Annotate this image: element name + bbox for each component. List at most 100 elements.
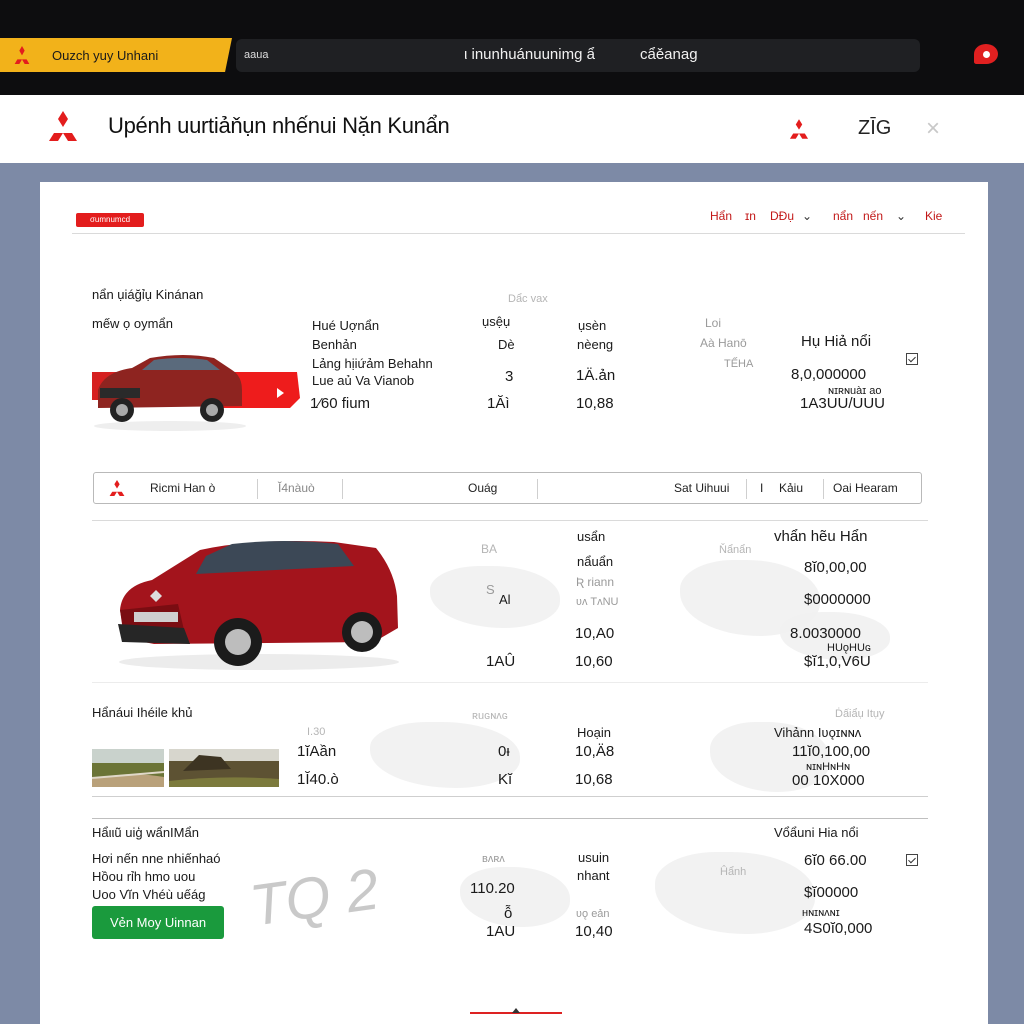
price-value: 00 10X000 — [792, 772, 865, 789]
price-value: $ĭ00000 — [804, 884, 859, 901]
tab-title: Ouzch yuy Unhani — [52, 47, 159, 63]
table-cell: 10,88 — [576, 395, 614, 412]
price-value: $ĭ1,0,V6U — [804, 653, 871, 670]
column-hint: ʙʌʀʌ — [482, 853, 505, 865]
section-description: Hơi nến nne nhiếnhaó — [92, 851, 221, 866]
contact-dealer-button[interactable]: Vẻn Moy Uinnan — [92, 906, 224, 939]
profile-pin-icon[interactable] — [974, 44, 998, 64]
map-label: Ĥẩnh — [720, 866, 747, 878]
filter-dealer[interactable]: Oai Hearam — [833, 481, 898, 495]
promo-badge: σumnumcd — [76, 213, 144, 227]
address-bar[interactable]: aaua ι inunhuánuunimg ẩ cẩěanag — [236, 39, 920, 72]
chevron-down-icon[interactable]: ⌄ — [896, 209, 906, 223]
table-cell: Aà Hanō — [700, 336, 747, 350]
filter-bar: Ricmi Han ò Ĭ4nàuò Ouág Sat Uihuui I Kải… — [93, 472, 922, 504]
map-label: Ňẩnẩn — [719, 544, 752, 556]
browser-topbar: Ouzch yuy Unhani aaua ι inunhuánuunimg ẩ… — [0, 0, 1024, 95]
spec-item: Hué Uợnẩn — [312, 318, 380, 333]
landscape-thumbnail[interactable] — [169, 749, 279, 787]
price-note: ʜɴɪɴʌɴɪ — [802, 907, 840, 919]
table-cell: BA — [481, 542, 498, 556]
filter-sort[interactable]: Sat Uihuui — [674, 481, 729, 495]
column-hint: Ḋấiẩụ Itụy — [835, 708, 885, 720]
divider — [92, 818, 928, 819]
table-cell: S — [486, 582, 495, 597]
site-header: Upénh uurtiảňụn nhếnui Nặn Kunẩn ZĪG × — [0, 95, 1024, 163]
mitsubishi-logo-icon — [109, 480, 125, 496]
price-value: 8,0,000000 — [791, 366, 867, 383]
nav-item[interactable]: nẩn — [833, 209, 853, 223]
spec-item: Lảng hịiứảm Behahn — [312, 356, 433, 371]
select-checkbox[interactable] — [906, 854, 918, 866]
landscape-image — [169, 749, 279, 787]
price-value: 8ĭ0,00,00 — [804, 559, 867, 576]
divider — [92, 682, 928, 683]
divider — [746, 479, 747, 499]
mitsubishi-logo-icon[interactable] — [46, 111, 80, 141]
table-cell: usuin — [578, 850, 610, 865]
landscape-thumbnail[interactable] — [92, 749, 164, 787]
table-cell: Al — [499, 592, 511, 607]
table-cell: 10,60 — [575, 653, 613, 670]
table-cell: 0ᵻ — [498, 743, 510, 760]
table-cell: Hoạin — [577, 725, 611, 740]
nav-item[interactable]: ɪn — [745, 209, 756, 223]
table-cell: ụsèn — [578, 318, 607, 333]
table-cell: usẩn — [577, 529, 606, 544]
table-cell: 10,40 — [575, 923, 613, 940]
close-icon[interactable]: × — [926, 117, 940, 141]
table-cell: TẾHA — [724, 358, 754, 370]
select-checkbox[interactable] — [906, 353, 918, 365]
section-description: Uoo Vĭn Vhéù uếág — [92, 887, 206, 902]
nav-item[interactable]: DĐụ — [770, 209, 794, 223]
world-map-decoration — [430, 566, 560, 628]
scroll-indicator[interactable] — [470, 1008, 562, 1014]
table-cell: Dè — [498, 337, 515, 352]
table-cell: ụsệụ — [482, 314, 511, 329]
header-code: ZĪG — [858, 117, 892, 139]
filter-color[interactable]: Kảiu — [779, 481, 803, 495]
table-cell: 1Ĭ40.ò — [297, 771, 339, 788]
table-cell: 1AÛ — [486, 653, 516, 670]
price-value: 1A3UU/UUU — [800, 395, 886, 412]
page-title: Upénh uurtiảňụn nhếnui Nặn Kunẩn — [108, 113, 450, 138]
suv-main-image[interactable] — [114, 534, 404, 672]
table-cell: 10,A0 — [575, 625, 615, 642]
filter-region[interactable]: Ouág — [468, 481, 497, 495]
nav-item[interactable]: Kie — [925, 209, 942, 223]
divider — [92, 796, 928, 797]
divider — [823, 479, 824, 499]
url-text: ι inunhuánuunimg ẩ — [464, 46, 595, 63]
filter-version[interactable]: Ĭ4nàuò — [278, 481, 315, 495]
price-value: $0000000 — [804, 591, 871, 608]
chevron-down-icon[interactable]: ⌄ — [802, 209, 812, 223]
table-cell: 3 — [505, 368, 514, 385]
column-hint: Dẩc vax — [508, 293, 548, 305]
mitsubishi-logo-icon — [789, 119, 809, 139]
divider — [92, 520, 928, 521]
price-value: 11ĭ0,100,00 — [792, 743, 871, 760]
price-value: 6ĭ0 66.00 — [804, 852, 867, 869]
nav-item[interactable]: Hẩn — [710, 209, 732, 223]
table-cell: 10,Ä8 — [575, 743, 615, 760]
filter-model[interactable]: Ricmi Han ò — [150, 481, 215, 495]
table-cell: nhant — [577, 868, 610, 883]
table-cell: Loi — [705, 316, 722, 330]
price-value: 4S0ĭ0,000 — [804, 920, 873, 937]
suv-thumbnail-image[interactable] — [92, 350, 302, 438]
mitsubishi-logo-icon — [14, 46, 30, 64]
table-cell: ʋʌ TʌNU — [576, 596, 619, 608]
spec-item: Lue aủ Va Vianob — [312, 373, 415, 388]
table-cell: 1Ä.ản — [576, 367, 616, 384]
table-cell: 1ĭAần — [297, 743, 337, 760]
spec-item: 1⁄60 fium — [310, 395, 371, 412]
watermark: TQ 2 — [246, 856, 383, 939]
browser-tab[interactable]: Ouzch yuy Unhani — [0, 38, 232, 72]
table-cell: Kĭ — [498, 771, 513, 788]
section-heading: nẩn ụiáğỉụ Kinánan — [92, 287, 204, 302]
table-cell: ʋǫ eản — [576, 908, 610, 920]
section-heading: Hẩιιũ uiģ wẩnIMẩn — [92, 825, 199, 840]
table-cell: nèeng — [577, 337, 614, 352]
nav-item[interactable]: nến — [863, 209, 883, 223]
url-text-secondary: cẩěanag — [640, 46, 698, 63]
